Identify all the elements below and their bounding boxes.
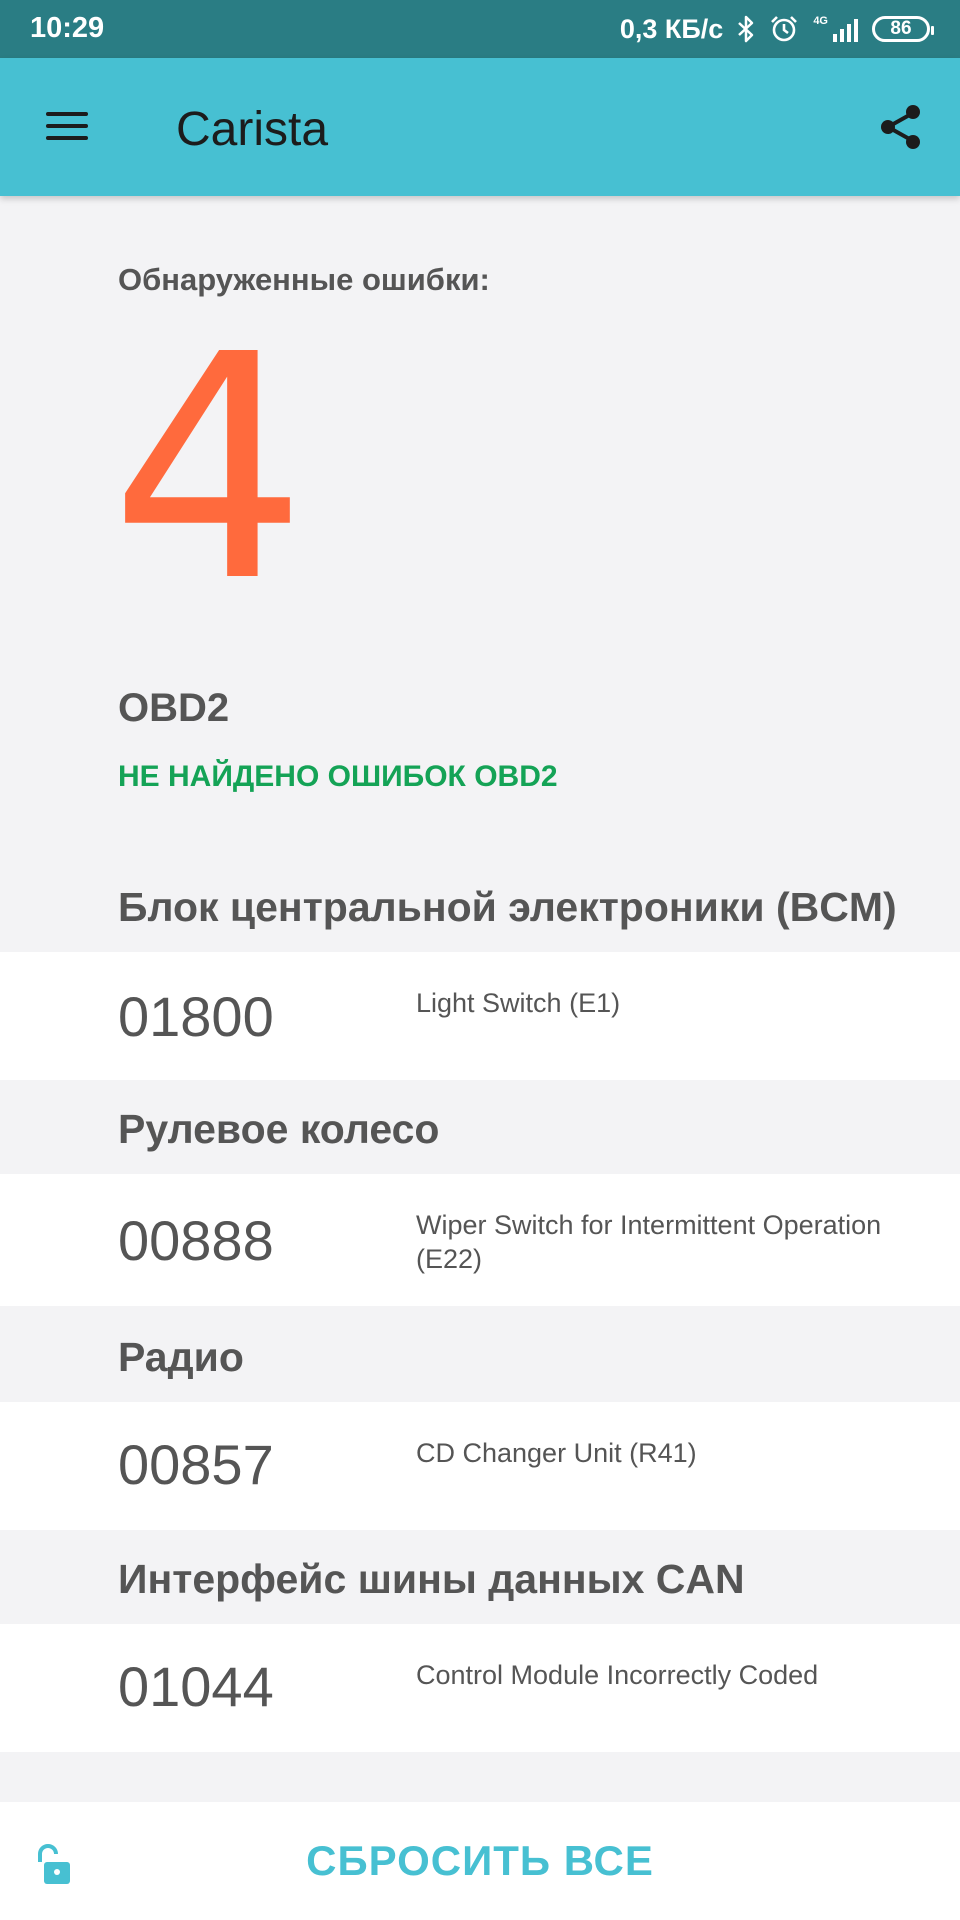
error-description: Wiper Switch for Intermittent Operation … xyxy=(416,1210,882,1274)
bottom-bar: СБРОСИТЬ ВСЕ xyxy=(0,1802,960,1920)
signal-icon: 4G xyxy=(813,16,858,42)
obd2-status: НЕ НАЙДЕНО ОШИБОК OBD2 xyxy=(118,760,558,793)
alarm-icon xyxy=(769,14,799,44)
battery-icon: 86 xyxy=(872,16,934,42)
module-title: Интерфейс шины данных CAN xyxy=(118,1556,745,1602)
status-bar: 10:29 0,3 КБ/с 4G 86 xyxy=(0,0,960,58)
app-bar: Carista xyxy=(0,58,960,196)
reset-all-button[interactable]: СБРОСИТЬ ВСЕ xyxy=(0,1802,960,1920)
share-icon[interactable] xyxy=(874,100,928,154)
bluetooth-icon xyxy=(737,15,755,43)
module-title: Блок центральной электроники (BCM) xyxy=(118,884,897,930)
obd2-title: OBD2 xyxy=(118,686,230,730)
net-speed: 0,3 КБ/с xyxy=(619,13,724,44)
status-time: 10:29 xyxy=(30,12,105,44)
error-code: 01800 xyxy=(118,985,274,1048)
battery-level: 86 xyxy=(890,18,912,39)
module-title: Радио xyxy=(118,1334,244,1380)
error-row[interactable]: 00857 CD Changer Unit (R41) xyxy=(0,1402,960,1530)
app-title: Carista xyxy=(176,103,329,156)
module-title: Рулевое колесо xyxy=(118,1106,440,1152)
error-row[interactable]: 00888 Wiper Switch for Intermittent Oper… xyxy=(0,1174,960,1306)
network-type: 4G xyxy=(813,15,828,27)
error-code: 01044 xyxy=(118,1655,274,1718)
error-code: 00888 xyxy=(118,1209,274,1272)
error-count: 4 xyxy=(110,289,308,650)
error-description: CD Changer Unit (R41) xyxy=(416,1438,697,1468)
error-description: Light Switch (E1) xyxy=(416,988,621,1018)
menu-icon[interactable] xyxy=(42,106,92,146)
error-code: 00857 xyxy=(118,1433,274,1496)
status-icons: 0,3 КБ/с 4G 86 xyxy=(619,10,934,48)
unlock-icon[interactable] xyxy=(32,1842,74,1888)
error-row[interactable]: 01800 Light Switch (E1) xyxy=(0,952,960,1080)
error-row[interactable]: 01044 Control Module Incorrectly Coded xyxy=(0,1624,960,1752)
error-description: Control Module Incorrectly Coded xyxy=(416,1660,819,1690)
